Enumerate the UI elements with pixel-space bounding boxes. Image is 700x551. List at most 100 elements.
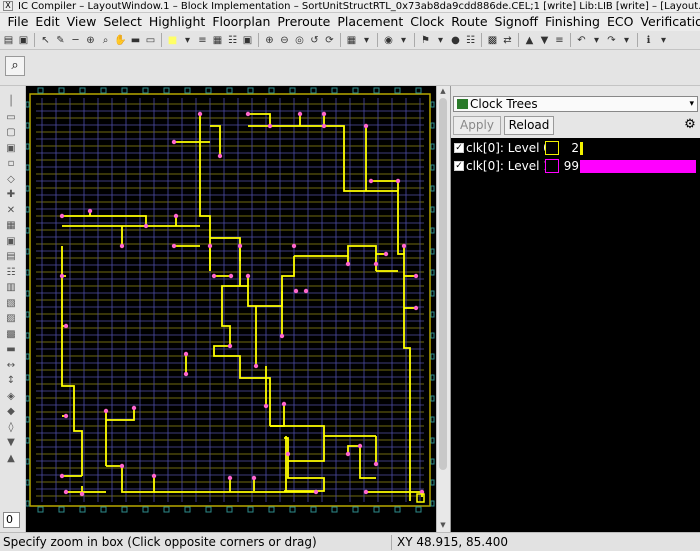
menu-edit[interactable]: Edit bbox=[32, 13, 63, 31]
net-icon[interactable]: ☷ bbox=[226, 34, 239, 47]
pencil-icon[interactable]: ✎ bbox=[54, 34, 67, 47]
route-icon[interactable]: ▦ bbox=[345, 34, 358, 47]
redo-icon[interactable]: ↷ bbox=[605, 34, 618, 47]
grid-icon[interactable]: ▦ bbox=[211, 34, 224, 47]
ruler-icon[interactable]: ─ bbox=[69, 34, 82, 47]
menu-placement[interactable]: Placement bbox=[334, 13, 407, 31]
reload-button[interactable]: Reload bbox=[504, 116, 554, 135]
menu-preroute[interactable]: Preroute bbox=[274, 13, 334, 31]
highlighter-icon[interactable]: ▬ bbox=[129, 34, 142, 47]
zoom-fit-icon[interactable]: ◎ bbox=[293, 34, 306, 47]
dropdown-icon[interactable]: ▾ bbox=[657, 34, 670, 47]
menu-signoff[interactable]: Signoff bbox=[491, 13, 542, 31]
info-icon[interactable]: ℹ bbox=[642, 34, 655, 47]
save-icon[interactable]: ▣ bbox=[17, 34, 30, 47]
apply-button[interactable]: Apply bbox=[453, 116, 501, 135]
dropdown-icon[interactable]: ▾ bbox=[397, 34, 410, 47]
level-checkbox[interactable]: ✓ bbox=[454, 143, 464, 153]
cell-icon[interactable]: ▣ bbox=[241, 34, 254, 47]
menu-clock[interactable]: Clock bbox=[407, 13, 448, 31]
dropdown-icon[interactable]: ▾ bbox=[590, 34, 603, 47]
vertical-scrollbar[interactable]: ▲ ▼ bbox=[436, 86, 449, 532]
color-swatch-icon[interactable]: ■ bbox=[166, 34, 179, 47]
left-tool-icon[interactable]: ✕ bbox=[4, 205, 18, 217]
left-tool-icon[interactable]: ▦ bbox=[4, 220, 18, 232]
left-tool-icon[interactable]: ▤ bbox=[4, 251, 18, 263]
scroll-thumb[interactable] bbox=[439, 98, 447, 470]
left-tool-icon[interactable]: ▣ bbox=[4, 236, 18, 248]
close-window-icon[interactable]: X bbox=[3, 1, 13, 11]
left-tool-icon[interactable]: ▬ bbox=[4, 344, 18, 356]
menu-highlight[interactable]: Highlight bbox=[145, 13, 208, 31]
target-icon[interactable]: ◉ bbox=[382, 34, 395, 47]
align-icon[interactable]: ≡ bbox=[553, 34, 566, 47]
zoom-out-icon[interactable]: ⊖ bbox=[278, 34, 291, 47]
menu-route[interactable]: Route bbox=[448, 13, 491, 31]
left-tool-icon[interactable]: ▢ bbox=[4, 127, 18, 139]
menu-eco[interactable]: ECO bbox=[603, 13, 636, 31]
arrow-up-icon[interactable]: ▲ bbox=[523, 34, 536, 47]
menu-view[interactable]: View bbox=[63, 13, 100, 31]
layer-index-input[interactable]: 0 bbox=[3, 512, 20, 528]
scroll-up-icon[interactable]: ▲ bbox=[438, 86, 448, 96]
folder-icon[interactable]: ▤ bbox=[2, 34, 15, 47]
left-tool-icon[interactable]: ◈ bbox=[4, 391, 18, 403]
refresh-icon[interactable]: ⟳ bbox=[323, 34, 336, 47]
level-row-1[interactable]: ✓ clk[0]: Level 1 99 bbox=[453, 158, 699, 175]
dropdown-icon[interactable]: ▾ bbox=[181, 34, 194, 47]
clock-sink bbox=[363, 489, 369, 495]
arrow-down-icon[interactable]: ▼ bbox=[538, 34, 551, 47]
level-color-swatch[interactable] bbox=[545, 159, 559, 173]
pointer-icon[interactable]: ↖ bbox=[39, 34, 52, 47]
left-tool-icon[interactable]: ▲ bbox=[4, 453, 18, 465]
left-tool-icon[interactable]: ▥ bbox=[4, 282, 18, 294]
level-bar bbox=[580, 160, 696, 173]
left-tool-icon[interactable]: ▭ bbox=[4, 112, 18, 124]
layout-canvas[interactable] bbox=[25, 86, 436, 532]
left-tool-icon[interactable]: ▩ bbox=[4, 329, 18, 341]
left-tool-icon[interactable]: ▼ bbox=[4, 437, 18, 449]
pin-icon[interactable]: ● bbox=[449, 34, 462, 47]
dropdown-icon[interactable]: ▾ bbox=[620, 34, 633, 47]
left-tool-icon[interactable]: ↕ bbox=[4, 375, 18, 387]
layers-icon[interactable]: ≡ bbox=[196, 34, 209, 47]
hand-icon[interactable]: ✋ bbox=[114, 34, 127, 47]
menu-floorplan[interactable]: Floorplan bbox=[209, 13, 274, 31]
left-tool-icon[interactable]: ◇ bbox=[4, 174, 18, 186]
zoom-prev-icon[interactable]: ↺ bbox=[308, 34, 321, 47]
gear-icon[interactable]: ⚙ bbox=[683, 118, 697, 132]
eraser-icon[interactable]: ▭ bbox=[144, 34, 157, 47]
view-selector[interactable]: Clock Trees ▾ bbox=[453, 96, 698, 112]
undo-icon[interactable]: ↶ bbox=[575, 34, 588, 47]
menu-verification[interactable]: Verification bbox=[637, 13, 700, 31]
menu-file[interactable]: File bbox=[4, 13, 32, 31]
menu-select[interactable]: Select bbox=[100, 13, 146, 31]
level-checkbox[interactable]: ✓ bbox=[454, 161, 464, 171]
left-tool-icon[interactable]: ▧ bbox=[4, 298, 18, 310]
flag-icon[interactable]: ⚑ bbox=[419, 34, 432, 47]
dropdown-icon[interactable]: ▾ bbox=[434, 34, 447, 47]
left-tool-icon[interactable]: ◊ bbox=[4, 422, 18, 434]
mirror-icon[interactable]: ⇄ bbox=[501, 34, 514, 47]
left-tool-icon[interactable]: ◆ bbox=[4, 406, 18, 418]
zoom-box-icon[interactable]: ⊕ bbox=[84, 34, 97, 47]
left-tool-icon[interactable]: ✚ bbox=[4, 189, 18, 201]
left-tool-icon[interactable]: ☷ bbox=[4, 267, 18, 279]
left-tool-icon[interactable]: ↔ bbox=[4, 360, 18, 372]
level-row-0[interactable]: ✓ clk[0]: Level 0 2 bbox=[453, 140, 699, 157]
left-tool-icon[interactable]: ▣ bbox=[4, 143, 18, 155]
zoom-tool-icon[interactable]: ⌕ bbox=[5, 56, 25, 76]
layout-view[interactable] bbox=[25, 86, 436, 532]
left-tool-icon[interactable]: │ bbox=[4, 96, 18, 108]
level-color-swatch[interactable] bbox=[545, 141, 559, 155]
scroll-down-icon[interactable]: ▼ bbox=[438, 520, 448, 530]
search-icon[interactable]: ⌕ bbox=[99, 34, 112, 47]
lock-icon[interactable]: ▩ bbox=[486, 34, 499, 47]
left-tool-icon[interactable]: ▨ bbox=[4, 313, 18, 325]
clock-sink bbox=[373, 261, 379, 267]
zoom-in-icon[interactable]: ⊕ bbox=[263, 34, 276, 47]
dropdown-icon[interactable]: ▾ bbox=[360, 34, 373, 47]
left-tool-icon[interactable]: ▫ bbox=[4, 158, 18, 170]
hierarchy-icon[interactable]: ☷ bbox=[464, 34, 477, 47]
menu-finishing[interactable]: Finishing bbox=[542, 13, 604, 31]
